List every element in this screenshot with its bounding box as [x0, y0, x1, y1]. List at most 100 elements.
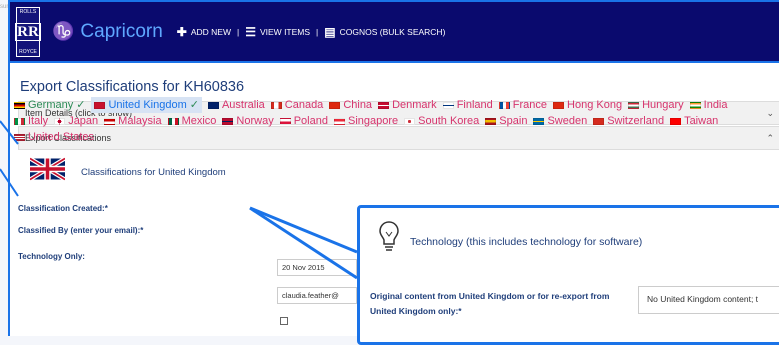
flag-icon [689, 101, 701, 109]
country-tab-denmark[interactable]: Denmark [378, 97, 437, 113]
check-icon: ✓ [189, 99, 199, 111]
flag-icon [333, 117, 345, 125]
country-tab-malaysia[interactable]: Malaysia [104, 113, 162, 129]
list-icon: ☰ [245, 24, 256, 39]
country-label: South Korea [418, 115, 480, 127]
country-label: Japan [68, 115, 99, 127]
country-label: United States [28, 131, 95, 143]
country-tab-finland[interactable]: Finland [442, 97, 493, 113]
technology-label: Technology (this includes technology for… [410, 236, 643, 248]
uk-flag-icon [30, 156, 65, 182]
nav-separator: | [237, 26, 240, 37]
country-tab-france[interactable]: France [498, 97, 548, 113]
country-label: Norway [236, 115, 274, 127]
document-icon: ▤ [324, 24, 336, 39]
country-tab-poland[interactable]: Poland [279, 113, 328, 129]
logo-top-text: ROLLS [19, 8, 37, 15]
country-label: United Kingdom [108, 99, 187, 111]
flag-icon [593, 117, 605, 125]
country-tab-spain[interactable]: Spain [485, 113, 527, 129]
country-tab-mexico[interactable]: Mexico [167, 113, 217, 129]
flag-icon [279, 117, 291, 125]
country-label: India [703, 99, 728, 111]
country-label: Australia [221, 99, 265, 111]
app-name[interactable]: Capricorn [80, 21, 162, 43]
country-label: Poland [293, 115, 328, 127]
classified-by-input[interactable]: claudia.feather@ [277, 287, 357, 304]
flag-icon [270, 101, 282, 109]
country-tab-southkorea[interactable]: South Korea [404, 113, 479, 129]
flag-icon [485, 117, 497, 125]
flag-icon [533, 117, 545, 125]
flag-icon [14, 133, 25, 141]
flag-icon [404, 117, 416, 125]
country-tab-italy[interactable]: Italy [14, 113, 48, 129]
nav-cognos-label: COGNOS (BULK SEARCH) [339, 26, 446, 37]
country-tab-uk[interactable]: United Kingdom ✓ [91, 97, 202, 113]
origin-content-select[interactable]: No United Kingdom content; t [638, 286, 779, 314]
flag-icon [207, 101, 219, 109]
nav-cognos[interactable]: ▤ COGNOS (BULK SEARCH) [324, 25, 445, 39]
classification-title: Classifications for United Kingdom [81, 167, 226, 178]
country-tab-japan[interactable]: Japan [54, 113, 98, 129]
country-tab-germany[interactable]: Germany ✓ [14, 97, 85, 113]
country-tab-usa[interactable]: United States [14, 129, 94, 145]
country-label: Sweden [547, 115, 588, 127]
country-label: Germany [28, 99, 74, 111]
country-tab-hungary[interactable]: Hungary [628, 97, 684, 113]
country-tabs: Germany ✓ United Kingdom ✓ Australia Canada Ch… [14, 97, 769, 145]
flag-icon [378, 101, 390, 109]
country-label: China [343, 99, 373, 111]
flag-icon [442, 101, 454, 109]
created-label: Classification Created:* [18, 204, 108, 213]
country-label: Finland [456, 99, 493, 111]
country-tab-australia[interactable]: Australia [207, 97, 265, 113]
flag-icon [104, 117, 116, 125]
country-tab-hongkong[interactable]: Hong Kong [553, 97, 622, 113]
page-title: Export Classifications for KH60836 [20, 79, 245, 95]
lightbulb-icon [379, 221, 399, 251]
technology-only-label: Technology Only: [18, 252, 85, 261]
plus-icon: ✚ [176, 24, 187, 39]
country-label: Canada [284, 99, 324, 111]
logo-monogram: RR [15, 22, 41, 41]
country-label: Switzerland [607, 115, 665, 127]
rolls-royce-logo[interactable]: ROLLS RR ROYCE [15, 6, 41, 57]
country-tab-taiwan[interactable]: Taiwan [670, 113, 718, 129]
nav-add-new[interactable]: ✚ ADD NEW [177, 25, 231, 39]
country-label: France [512, 99, 548, 111]
country-label: Italy [28, 115, 49, 127]
country-tab-india[interactable]: India [689, 97, 728, 113]
check-icon: ✓ [76, 99, 86, 111]
top-nav: ✚ ADD NEW | ☰ VIEW ITEMS | ▤ COGNOS (BUL… [177, 25, 446, 39]
country-label: Singapore [347, 115, 399, 127]
country-label: Taiwan [684, 115, 719, 127]
country-label: Malaysia [118, 115, 162, 127]
nav-view-items-label: VIEW ITEMS [259, 26, 311, 37]
flag-icon [94, 101, 106, 109]
country-tab-norway[interactable]: Norway [222, 113, 274, 129]
country-label: Hungary [642, 99, 684, 111]
flag-icon [628, 101, 640, 109]
created-date-input[interactable]: 20 Nov 2015 [277, 259, 357, 276]
country-tab-china[interactable]: China [329, 97, 372, 113]
capricorn-icon: ♑ [52, 21, 75, 41]
nav-view-items[interactable]: ☰ VIEW ITEMS [245, 25, 310, 39]
flag-icon [329, 101, 341, 109]
country-tab-switzerland[interactable]: Switzerland [593, 113, 664, 129]
technology-only-checkbox[interactable] [280, 317, 288, 325]
country-label: Denmark [392, 99, 437, 111]
country-tab-sweden[interactable]: Sweden [533, 113, 587, 129]
flag-icon [553, 101, 565, 109]
flag-icon [498, 101, 510, 109]
country-label: Mexico [181, 115, 217, 127]
country-tab-canada[interactable]: Canada [270, 97, 324, 113]
nav-separator: | [316, 26, 319, 37]
nav-add-new-label: ADD NEW [190, 26, 231, 37]
flag-icon [14, 101, 25, 109]
app-header: ROLLS RR ROYCE ♑ Capricorn ✚ ADD NEW | ☰… [8, 0, 779, 63]
flag-icon [670, 117, 682, 125]
origin-content-label: Original content from United Kingdom or … [370, 291, 610, 316]
country-tab-singapore[interactable]: Singapore [333, 113, 399, 129]
flag-icon [54, 117, 66, 125]
